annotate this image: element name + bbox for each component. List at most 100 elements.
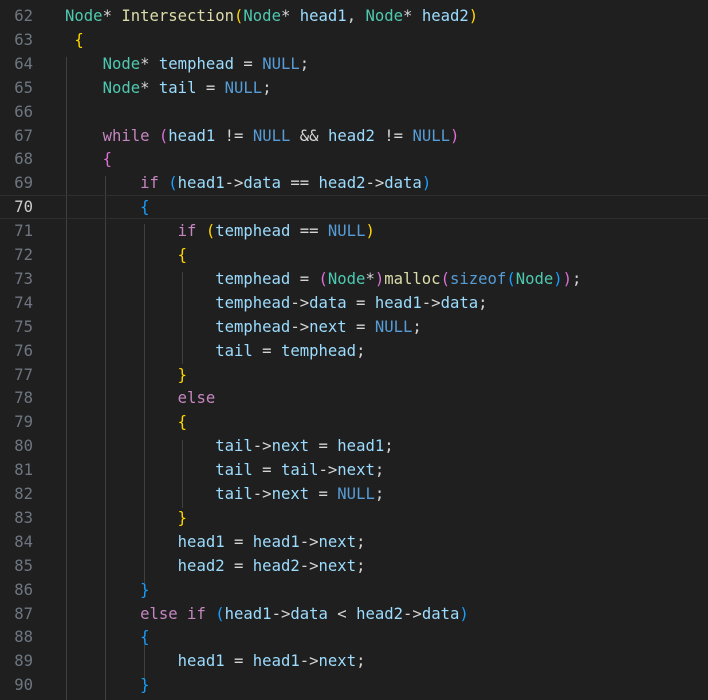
code-line[interactable]: 83 } bbox=[0, 506, 708, 530]
code-text[interactable]: Node* tail = NULL; bbox=[65, 79, 272, 97]
code-line[interactable]: 67 while (head1 != NULL && head2 != NULL… bbox=[0, 124, 708, 148]
code-token: } bbox=[177, 508, 188, 527]
code-token: Intersection bbox=[121, 7, 235, 25]
line-number: 74 bbox=[14, 293, 33, 312]
code-text[interactable]: tail = temphead; bbox=[65, 342, 365, 360]
code-token: = bbox=[346, 317, 375, 336]
code-line[interactable]: 73 temphead = (Node*)malloc(sizeof(Node)… bbox=[0, 267, 708, 291]
code-token: ( bbox=[318, 269, 328, 288]
code-editor[interactable]: 62 Node* Intersection(Node* head1, Node* … bbox=[0, 0, 708, 700]
code-line[interactable]: 86 } bbox=[0, 578, 708, 602]
code-text[interactable]: Node* temphead = NULL; bbox=[65, 54, 310, 73]
code-text[interactable]: { bbox=[65, 31, 83, 49]
code-line[interactable]: 84 head1 = head1->next; bbox=[0, 530, 708, 554]
code-token: tail bbox=[215, 485, 253, 503]
code-line[interactable]: 87 else if (head1->data < head2->data) bbox=[0, 602, 708, 626]
code-token: -> bbox=[403, 604, 422, 623]
code-text[interactable]: head2 = head2->next; bbox=[65, 557, 366, 575]
code-token: -> bbox=[252, 485, 272, 503]
code-line[interactable]: 76 tail = temphead; bbox=[0, 339, 708, 363]
code-token: == bbox=[290, 222, 328, 241]
code-line[interactable]: 80 tail->next = head1; bbox=[0, 434, 708, 458]
code-text[interactable]: temphead->data = head1->data; bbox=[65, 294, 487, 312]
code-text[interactable]: { bbox=[65, 413, 187, 431]
code-text[interactable]: } bbox=[65, 581, 149, 599]
code-token: else if bbox=[140, 604, 206, 623]
code-line[interactable]: 78 else bbox=[0, 386, 708, 410]
code-line[interactable]: 63 { bbox=[0, 28, 708, 52]
code-line[interactable]: 68 { bbox=[0, 147, 708, 171]
code-line[interactable]: 88 { bbox=[0, 625, 708, 649]
code-token: next bbox=[318, 532, 357, 551]
code-token: tail bbox=[158, 78, 197, 97]
line-number: 64 bbox=[14, 54, 33, 73]
code-text[interactable]: temphead = (Node*)malloc(sizeof(Node)); bbox=[65, 270, 581, 288]
code-line[interactable]: 77 } bbox=[0, 363, 708, 387]
code-text[interactable]: head1 = head1->next; bbox=[65, 532, 366, 551]
code-text[interactable]: tail = tail->next; bbox=[65, 461, 384, 479]
code-line[interactable]: 85 head2 = head2->next; bbox=[0, 554, 708, 578]
line-number: 69 bbox=[14, 174, 33, 193]
code-text[interactable]: { bbox=[65, 198, 150, 217]
code-line[interactable]: 65 Node* tail = NULL; bbox=[0, 76, 708, 100]
code-text[interactable]: while (head1 != NULL && head2 != NULL) bbox=[65, 126, 460, 145]
code-line[interactable]: 74 temphead->data = head1->data; bbox=[0, 291, 708, 315]
code-text[interactable]: tail->next = head1; bbox=[65, 437, 393, 455]
line-number: 83 bbox=[14, 508, 33, 527]
line-number: 80 bbox=[14, 437, 33, 456]
code-line[interactable]: 66 bbox=[0, 100, 708, 124]
code-token: head1 bbox=[168, 126, 216, 145]
code-line[interactable]: 90 } bbox=[0, 673, 708, 697]
code-token: NULL bbox=[224, 78, 263, 97]
code-text[interactable]: else if (head1->data < head2->data) bbox=[65, 605, 469, 623]
code-line[interactable]: 69 if (head1->data == head2->data) bbox=[0, 171, 708, 195]
code-text[interactable]: Node* Intersection(Node* head1, Node* he… bbox=[65, 7, 478, 25]
code-text[interactable]: { bbox=[65, 628, 150, 647]
code-text[interactable]: } bbox=[65, 366, 187, 384]
code-token: ( bbox=[506, 269, 516, 288]
line-number: 70 bbox=[14, 198, 33, 217]
code-line[interactable]: 72 { bbox=[0, 243, 708, 267]
code-token: ) bbox=[562, 269, 573, 288]
code-token: { bbox=[140, 198, 150, 217]
code-line[interactable]: 82 tail->next = NULL; bbox=[0, 482, 708, 506]
code-line[interactable]: 75 temphead->next = NULL; bbox=[0, 315, 708, 339]
code-text[interactable]: tail->next = NULL; bbox=[65, 485, 384, 503]
code-text[interactable]: { bbox=[65, 150, 112, 168]
code-token: { bbox=[140, 628, 150, 647]
code-text[interactable]: temphead->next = NULL; bbox=[65, 318, 422, 336]
code-text[interactable]: else bbox=[65, 389, 216, 407]
code-token: next bbox=[309, 317, 347, 336]
code-text[interactable]: head1 = head1->next; bbox=[65, 652, 366, 671]
code-text[interactable]: if (head1->data == head2->data) bbox=[65, 174, 431, 192]
code-token: ) bbox=[421, 174, 432, 193]
code-text[interactable]: } bbox=[65, 509, 187, 527]
code-text[interactable]: { bbox=[65, 246, 187, 264]
code-token: tail bbox=[280, 461, 319, 480]
code-line[interactable]: 81 tail = tail->next; bbox=[0, 458, 708, 482]
code-line[interactable]: 62 Node* Intersection(Node* head1, Node* … bbox=[0, 4, 708, 28]
code-token: } bbox=[177, 365, 188, 384]
code-token: ; bbox=[356, 652, 366, 671]
code-token: < bbox=[327, 604, 357, 623]
code-line[interactable]: 70 { bbox=[0, 195, 708, 219]
line-number: 73 bbox=[14, 269, 33, 288]
code-line[interactable]: 89 head1 = head1->next; bbox=[0, 649, 708, 673]
code-text[interactable]: } bbox=[65, 676, 149, 694]
line-number: 87 bbox=[14, 604, 33, 623]
code-line[interactable]: 64 Node* temphead = NULL; bbox=[0, 52, 708, 76]
line-number: 76 bbox=[14, 341, 33, 360]
code-token: head1 bbox=[177, 532, 225, 551]
code-token: next bbox=[337, 461, 375, 480]
line-number: 89 bbox=[14, 652, 33, 671]
code-line[interactable]: 71 if (temphead == NULL) bbox=[0, 219, 708, 243]
line-number: 78 bbox=[14, 389, 33, 408]
code-token: ( bbox=[234, 7, 244, 25]
code-line[interactable]: 79 { bbox=[0, 410, 708, 434]
code-token: ; bbox=[356, 341, 366, 360]
code-text[interactable]: if (temphead == NULL) bbox=[65, 222, 375, 240]
code-token: * bbox=[140, 54, 159, 73]
